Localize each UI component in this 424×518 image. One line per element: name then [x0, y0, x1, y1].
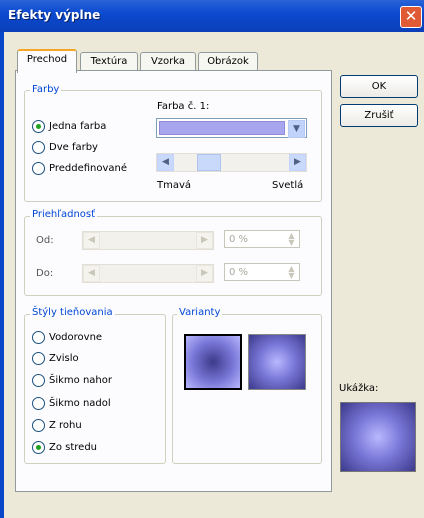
chevron-down-icon[interactable]: ▼	[288, 120, 305, 138]
tab-textura[interactable]: Textúra	[80, 52, 138, 71]
preview-swatch	[340, 402, 416, 472]
scroll-left-icon[interactable]: ◀	[83, 232, 100, 249]
radio-z-rohu[interactable]: Z rohu	[32, 419, 82, 432]
color-dropdown[interactable]: ▼	[156, 118, 307, 138]
radio-icon	[32, 374, 45, 387]
tab-prechod[interactable]: Prechod	[17, 49, 77, 73]
from-label: Od:	[36, 235, 54, 246]
preview-label: Ukážka:	[339, 383, 379, 394]
window-border	[0, 32, 4, 518]
radio-label: Jedna farba	[49, 121, 107, 132]
shading-group-label: Štýly tieňovania	[30, 307, 115, 319]
color-swatch	[159, 121, 285, 135]
radio-label: Zvislo	[49, 353, 79, 364]
radio-icon	[32, 162, 45, 175]
slider-thumb[interactable]	[197, 154, 221, 171]
radio-icon	[32, 141, 45, 154]
tab-obrazok[interactable]: Obrázok	[198, 52, 258, 71]
tab-label: Vzorka	[150, 56, 186, 67]
radio-label: Vodorovne	[49, 332, 103, 343]
from-slider[interactable]: ◀ ▶	[82, 231, 214, 250]
scroll-left-icon[interactable]: ◀	[157, 154, 174, 171]
radio-selected-icon	[32, 120, 45, 133]
variant-tile-2[interactable]	[248, 334, 306, 390]
spinner-arrows-icon[interactable]: ▲ ▼	[285, 265, 298, 280]
title-bar: Efekty výplne ✕	[0, 0, 424, 32]
scroll-right-icon[interactable]: ▶	[196, 265, 213, 282]
radio-selected-icon	[32, 441, 45, 454]
window-title: Efekty výplne	[8, 8, 101, 22]
radio-two-colors[interactable]: Dve farby	[32, 141, 98, 154]
radio-icon	[32, 352, 45, 365]
radio-icon	[32, 419, 45, 432]
to-label: Do:	[36, 268, 54, 279]
button-label: Zrušiť	[364, 110, 394, 121]
radio-sikmo-nadol[interactable]: Šikmo nadol	[32, 397, 111, 410]
to-value: 0 %	[229, 267, 249, 278]
radio-label: Dve farby	[49, 142, 98, 153]
to-spinner[interactable]: 0 % ▲ ▼	[224, 263, 300, 281]
radio-label: Šikmo nadol	[49, 398, 111, 409]
close-icon: ✕	[404, 7, 418, 25]
to-slider[interactable]: ◀ ▶	[82, 264, 214, 283]
color-label: Farba č. 1:	[157, 101, 210, 112]
light-label: Svetlá	[272, 180, 304, 191]
transparency-group-label: Priehľadnosť	[30, 209, 98, 221]
brightness-slider[interactable]: ◀ ▶	[156, 153, 307, 172]
radio-label: Z rohu	[49, 420, 82, 431]
variant-tile-1[interactable]	[184, 334, 242, 390]
radio-vodorovne[interactable]: Vodorovne	[32, 331, 102, 344]
variants-group-label: Varianty	[177, 307, 223, 319]
dark-label: Tmavá	[157, 180, 192, 191]
tab-label: Obrázok	[207, 56, 249, 67]
radio-one-color[interactable]: Jedna farba	[32, 120, 106, 133]
radio-label: Šikmo nahor	[49, 375, 112, 386]
transparency-group	[24, 216, 322, 296]
radio-icon	[32, 331, 45, 344]
cancel-button[interactable]: Zrušiť	[340, 104, 418, 127]
scroll-left-icon[interactable]: ◀	[83, 265, 100, 282]
button-label: OK	[371, 81, 387, 92]
farby-group-label: Farby	[30, 84, 62, 96]
spinner-arrows-icon[interactable]: ▲ ▼	[285, 232, 298, 247]
radio-label: Zo stredu	[49, 442, 98, 453]
tab-label: Prechod	[26, 54, 68, 65]
tab-label: Textúra	[90, 56, 128, 67]
radio-sikmo-nahor[interactable]: Šikmo nahor	[32, 374, 112, 387]
radio-zo-stredu[interactable]: Zo stredu	[32, 441, 97, 454]
radio-icon	[32, 397, 45, 410]
from-spinner[interactable]: 0 % ▲ ▼	[224, 230, 300, 248]
scroll-right-icon[interactable]: ▶	[196, 232, 213, 249]
radio-label: Preddefinované	[49, 163, 128, 174]
tab-vzorka[interactable]: Vzorka	[140, 52, 196, 71]
radio-preset[interactable]: Preddefinované	[32, 162, 127, 175]
ok-button[interactable]: OK	[340, 75, 418, 98]
close-button[interactable]: ✕	[400, 6, 422, 28]
radio-zvislo[interactable]: Zvislo	[32, 352, 79, 365]
scroll-right-icon[interactable]: ▶	[289, 154, 306, 171]
from-value: 0 %	[229, 234, 249, 245]
